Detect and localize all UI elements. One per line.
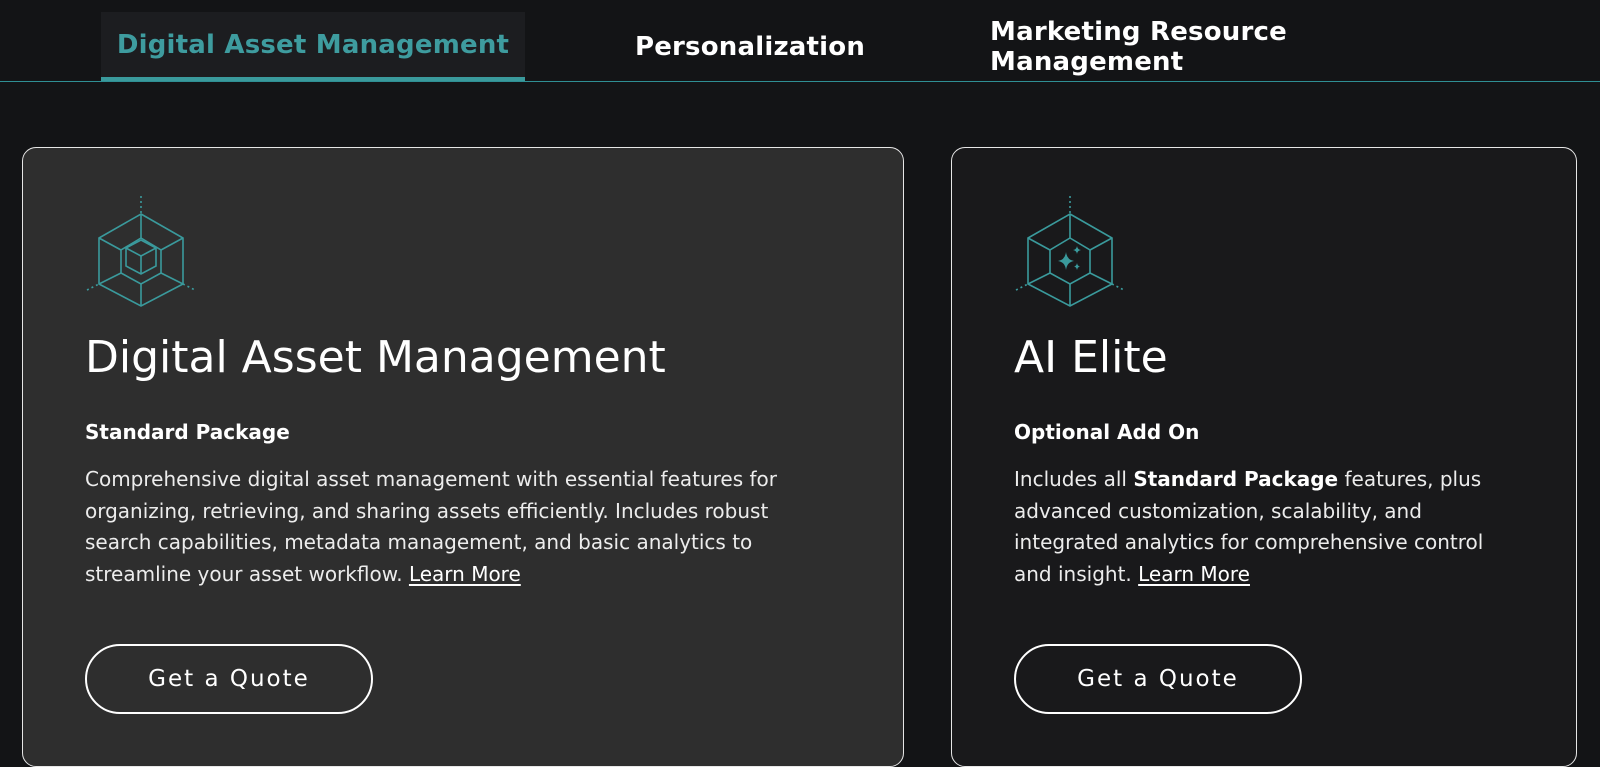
get-quote-button[interactable]: Get a Quote (1014, 644, 1302, 714)
tab-marketing-resource-management[interactable]: Marketing Resource Management (990, 12, 1480, 81)
card-description: Includes all Standard Package features, … (1014, 464, 1484, 590)
ai-sparkle-cube-icon (1015, 196, 1125, 307)
card-subtitle: Optional Add On (1014, 420, 1200, 444)
description-highlight: Standard Package (1133, 467, 1339, 491)
learn-more-link[interactable]: Learn More (1138, 562, 1250, 586)
get-quote-button[interactable]: Get a Quote (85, 644, 373, 714)
cube-icon (86, 196, 196, 307)
learn-more-link[interactable]: Learn More (409, 562, 521, 586)
card-title: Digital Asset Management (85, 332, 666, 383)
card-subtitle: Standard Package (85, 420, 290, 444)
card-title: AI Elite (1014, 332, 1168, 383)
product-tabs: Digital Asset Management Personalization… (0, 0, 1600, 82)
description-text: Includes all (1014, 467, 1127, 491)
card-description: Comprehensive digital asset management w… (85, 464, 825, 590)
tab-personalization[interactable]: Personalization (600, 12, 900, 81)
standard-package-card: Digital Asset Management Standard Packag… (22, 147, 904, 767)
ai-elite-card: AI Elite Optional Add On Includes all St… (951, 147, 1577, 767)
tab-digital-asset-management[interactable]: Digital Asset Management (101, 12, 525, 81)
